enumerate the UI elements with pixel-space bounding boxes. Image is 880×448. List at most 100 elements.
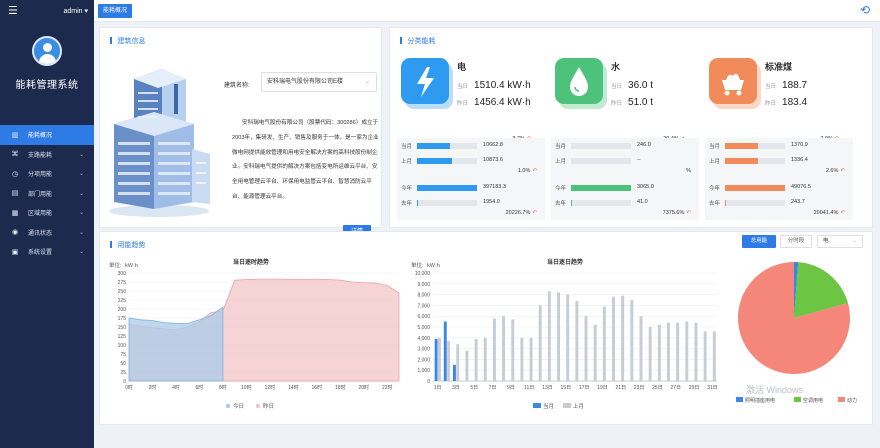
sidebar-item-3[interactable]: ▤ 部门用能 ⌄	[0, 184, 94, 204]
x-tick: 18时	[335, 384, 346, 391]
chevron-down-icon: ⌄	[852, 238, 857, 244]
legend-label[interactable]: 上月	[573, 402, 584, 410]
category-card-1: 水当日36.0 t昨日51.0 t-29.4% ✔	[551, 52, 699, 152]
refresh-icon[interactable]: ⟲	[860, 3, 870, 17]
windows-watermark: 激活 Windows	[746, 385, 804, 395]
x-tick: 25日	[652, 385, 663, 391]
stat-row: 今年 3065.0	[555, 183, 695, 193]
stat-value: 397183.3	[483, 184, 506, 190]
stat-row: 上月 1336.4	[709, 156, 849, 166]
y-tick: 10,000	[415, 271, 431, 277]
avatar	[32, 36, 62, 66]
today-value: 188.7	[782, 80, 808, 91]
bar-last-month	[712, 331, 716, 381]
y-tick: 4,000	[417, 336, 430, 342]
bar-last-month	[492, 318, 496, 381]
month-change: 2.6% ↶	[825, 168, 845, 174]
stat-label: 今年	[401, 186, 413, 192]
stat-bar	[725, 200, 727, 206]
x-tick: 19日	[597, 385, 608, 391]
energy-type-select-value: 电	[823, 238, 829, 244]
y-tick: 175	[118, 316, 127, 322]
building-name-label: 建筑名称:	[224, 83, 250, 89]
bar-last-month	[566, 294, 570, 381]
sidebar-item-2[interactable]: ◷ 分项用能 ⌄	[0, 164, 94, 184]
sidebar-item-label: 支路能耗	[28, 152, 53, 159]
stat-label: 今年	[709, 186, 721, 192]
legend-label[interactable]: 动力	[847, 397, 857, 404]
legend-label[interactable]: 当月	[543, 402, 554, 410]
water-drop-icon	[555, 58, 603, 104]
top-bar: 能耗概况 ⟲	[94, 0, 880, 22]
hourly-chart-title: 当日逐时趋势	[233, 258, 269, 266]
bar-last-month	[520, 337, 524, 381]
stat-value: 1954.0	[483, 199, 500, 205]
year-change: 7375.6% ↶	[662, 210, 691, 216]
legend-label[interactable]: 空调用电	[803, 397, 823, 404]
bar-last-month	[648, 327, 652, 381]
bar-last-month	[557, 292, 561, 381]
coal-cart-icon	[709, 58, 757, 104]
x-tick: 5日	[470, 385, 478, 391]
time-period-button[interactable]: 分时段	[780, 235, 812, 248]
stat-value: 10662.8	[483, 142, 503, 148]
category-stats-0: 当月 10662.8 上月 10873.6 今年 397183.3 去年 1954.0 1.0%…	[397, 138, 545, 220]
building-select[interactable]: 安科瑞电气股份有限公司E楼 ⌄	[261, 72, 377, 92]
x-tick: 6时	[196, 384, 204, 391]
legend-marker	[794, 397, 801, 402]
month-change: 1.0% ↶	[517, 168, 537, 174]
stat-label: 当月	[709, 144, 721, 150]
stat-row: 去年 243.7	[709, 198, 849, 208]
today-value: 1510.4 kW·h	[474, 80, 531, 91]
sidebar-item-label: 分项用能	[28, 172, 53, 179]
location-icon: ◉	[11, 229, 19, 237]
legend-label[interactable]: 今日	[233, 402, 244, 410]
y-tick: 2,000	[417, 357, 430, 363]
settings-icon: ▣	[11, 248, 19, 256]
y-tick: 8,000	[417, 293, 430, 299]
y-tick: 300	[118, 271, 127, 277]
y-tick: 225	[118, 298, 127, 304]
yesterday-value: 183.4	[782, 97, 808, 108]
sidebar-item-4[interactable]: ▦ 区域用能 ⌄	[0, 203, 94, 223]
stat-label: 上月	[401, 159, 413, 165]
stat-row: 今年 49076.5	[709, 183, 849, 193]
category-energy-title: 分类能耗	[400, 36, 436, 46]
user-menu[interactable]: admin ▾	[63, 7, 88, 15]
legend-label[interactable]: 昨日	[263, 402, 274, 410]
bar-last-month	[685, 321, 689, 381]
legend-marker	[563, 403, 571, 408]
sidebar-item-0[interactable]: ▥ 能耗概况	[0, 125, 94, 145]
stat-row: 当月 246.0	[555, 141, 695, 151]
sidebar-top: ☰ admin ▾	[0, 0, 94, 22]
stat-value: 246.0	[637, 142, 651, 148]
trend-up-icon: ↶	[686, 210, 691, 216]
energy-type-select[interactable]: 电 ⌄	[817, 235, 863, 248]
sidebar-item-6[interactable]: ▣ 系统设置 ⌄	[0, 242, 94, 262]
sidebar-item-5[interactable]: ◉ 通讯状态 ⌄	[0, 223, 94, 243]
trend-up-icon: ↶	[840, 168, 845, 174]
sidebar-item-1[interactable]: ⌘ 支路能耗 ⌄	[0, 145, 94, 165]
stat-row: 今年 397183.3	[401, 183, 541, 193]
total-energy-button[interactable]: 总用能	[742, 235, 776, 248]
category-stats-2: 当月 1370.9 上月 1336.4 今年 49076.5 去年 243.7 2.6% ↶ 200…	[705, 138, 853, 220]
y-tick: 125	[118, 334, 127, 340]
y-tick: 25	[120, 370, 126, 376]
branch-icon: ⌘	[11, 151, 19, 159]
username: admin	[63, 8, 83, 15]
legend-label[interactable]: 照明插座用电	[745, 397, 775, 404]
y-tick: 50	[120, 361, 126, 367]
chevron-down-icon: ⌄	[78, 171, 84, 178]
x-tick: 14时	[288, 384, 299, 391]
legend-marker	[736, 397, 743, 402]
menu-icon[interactable]: ☰	[8, 5, 18, 17]
stat-value: 1336.4	[791, 157, 808, 163]
stat-bar	[571, 185, 631, 191]
category-card-2: 标准煤当日188.7昨日183.42.9% ↶	[705, 52, 853, 152]
stat-label: 当月	[555, 144, 567, 150]
y-tick: 9,000	[417, 282, 430, 288]
tab-energy-overview[interactable]: 能耗概况	[98, 4, 133, 18]
stat-row: 当月 1370.9	[709, 141, 849, 151]
stat-row: 去年 41.0	[555, 198, 695, 208]
bar-last-month	[511, 319, 515, 381]
